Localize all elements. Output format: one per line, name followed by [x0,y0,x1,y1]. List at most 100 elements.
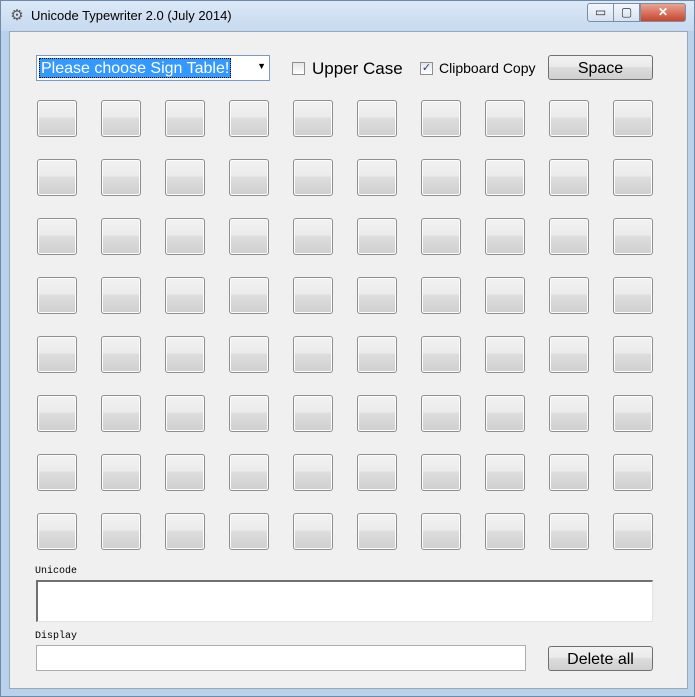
char-button[interactable] [101,218,141,255]
char-button[interactable] [613,218,653,255]
char-button[interactable] [549,454,589,491]
char-button[interactable] [421,100,461,137]
char-button[interactable] [37,454,77,491]
char-button[interactable] [549,218,589,255]
char-button[interactable] [37,395,77,432]
delete-all-button-label: Delete all [567,651,634,668]
char-button[interactable] [165,336,205,373]
char-button[interactable] [293,454,333,491]
char-button[interactable] [357,454,397,491]
char-button[interactable] [549,100,589,137]
char-button[interactable] [229,395,269,432]
char-button[interactable] [229,336,269,373]
char-button[interactable] [229,277,269,314]
char-button[interactable] [37,100,77,137]
char-button[interactable] [421,159,461,196]
char-button[interactable] [229,159,269,196]
char-button[interactable] [485,218,525,255]
char-button[interactable] [293,100,333,137]
char-button[interactable] [101,336,141,373]
char-button[interactable] [101,277,141,314]
char-button[interactable] [37,159,77,196]
char-button[interactable] [293,513,333,550]
char-button[interactable] [613,454,653,491]
char-button[interactable] [357,513,397,550]
char-button[interactable] [485,395,525,432]
char-button[interactable] [229,513,269,550]
char-button[interactable] [165,218,205,255]
clipboard-copy-checkbox[interactable]: ✓ [420,62,433,75]
char-button[interactable] [485,336,525,373]
upper-case-checkbox[interactable] [292,62,305,75]
char-button[interactable] [421,336,461,373]
char-button[interactable] [165,454,205,491]
char-button[interactable] [229,218,269,255]
char-button[interactable] [485,277,525,314]
char-button[interactable] [165,159,205,196]
char-button[interactable] [357,395,397,432]
char-button[interactable] [613,336,653,373]
char-button[interactable] [549,159,589,196]
chevron-down-icon[interactable]: ▼ [257,61,266,71]
sign-table-select[interactable]: Please choose Sign Table! ▼ [36,55,270,81]
char-button[interactable] [357,100,397,137]
char-button[interactable] [613,100,653,137]
char-button[interactable] [549,277,589,314]
char-button[interactable] [165,277,205,314]
checkmark-icon: ✓ [421,62,432,74]
clipboard-copy-label[interactable]: Clipboard Copy [439,60,536,76]
char-button[interactable] [101,159,141,196]
sign-table-selected-value: Please choose Sign Table! [39,58,232,78]
char-button[interactable] [101,454,141,491]
gear-icon[interactable]: ⚙ [9,8,25,24]
char-button[interactable] [549,513,589,550]
delete-all-button[interactable]: Delete all [548,646,653,671]
char-button[interactable] [293,395,333,432]
char-button[interactable] [613,513,653,550]
unicode-textbox[interactable] [36,580,653,622]
minimize-button[interactable]: ▭ [587,3,614,22]
char-button[interactable] [421,218,461,255]
char-button[interactable] [165,513,205,550]
char-button[interactable] [549,336,589,373]
char-button[interactable] [485,100,525,137]
space-button[interactable]: Space [548,55,653,80]
char-button[interactable] [37,336,77,373]
char-button[interactable] [485,454,525,491]
close-button[interactable]: ✕ [640,3,686,22]
char-button[interactable] [357,218,397,255]
char-button[interactable] [549,395,589,432]
maximize-button[interactable]: ▢ [613,3,640,22]
char-button[interactable] [101,513,141,550]
maximize-icon: ▢ [620,5,633,19]
char-button[interactable] [613,159,653,196]
upper-case-label[interactable]: Upper Case [312,59,403,79]
char-button[interactable] [165,395,205,432]
char-button[interactable] [101,395,141,432]
char-button[interactable] [37,513,77,550]
char-button[interactable] [101,100,141,137]
char-button[interactable] [165,100,205,137]
char-button[interactable] [293,218,333,255]
char-button[interactable] [293,277,333,314]
char-button[interactable] [37,218,77,255]
char-button[interactable] [421,277,461,314]
char-button[interactable] [421,454,461,491]
char-button[interactable] [421,513,461,550]
char-button[interactable] [37,277,77,314]
char-button[interactable] [421,395,461,432]
char-button[interactable] [485,513,525,550]
char-button[interactable] [357,159,397,196]
char-button[interactable] [293,159,333,196]
char-button[interactable] [357,277,397,314]
char-button[interactable] [357,336,397,373]
char-button[interactable] [229,100,269,137]
minimize-icon: ▭ [594,5,607,19]
window-title: Unicode Typewriter 2.0 (July 2014) [31,8,232,23]
char-button[interactable] [613,277,653,314]
char-button[interactable] [229,454,269,491]
char-button[interactable] [613,395,653,432]
display-textbox[interactable] [36,645,526,671]
char-button[interactable] [485,159,525,196]
char-button[interactable] [293,336,333,373]
